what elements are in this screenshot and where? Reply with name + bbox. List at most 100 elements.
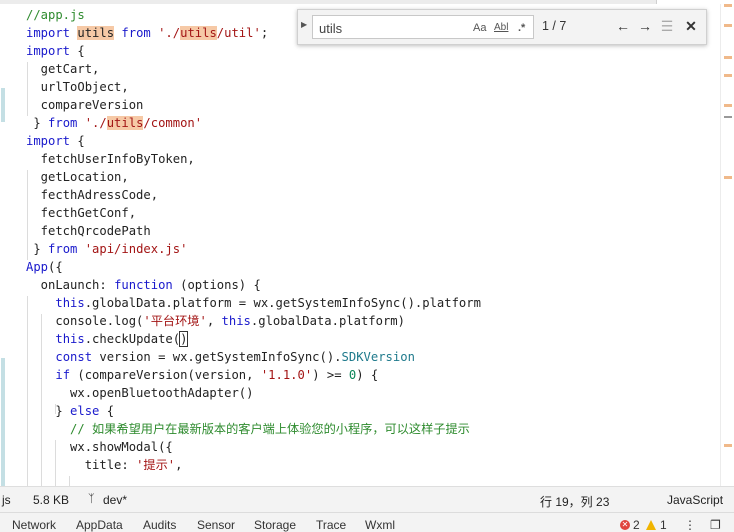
- code-token: }: [26, 116, 49, 130]
- code-token: {: [70, 44, 85, 58]
- ruler-match-mark: [724, 176, 732, 179]
- code-token: from: [48, 116, 85, 130]
- code-token: }: [26, 404, 71, 418]
- tab-sensor[interactable]: Sensor: [197, 518, 235, 532]
- code-token: .checkUpdate(: [84, 332, 181, 346]
- code-token: getCart,: [26, 62, 100, 76]
- code-token: ,: [206, 314, 222, 328]
- code-token: console.log(: [26, 314, 144, 328]
- dock-icon[interactable]: ❐: [710, 518, 721, 532]
- code-editor[interactable]: //app.js import utils from './utils/util'…: [0, 4, 734, 486]
- ruler-match-mark: [724, 4, 732, 7]
- find-in-selection-icon[interactable]: ☰: [658, 17, 676, 35]
- code-token: from: [48, 242, 85, 256]
- tab-wxml[interactable]: Wxml: [365, 518, 395, 532]
- code-token: (compareVersion(version,: [70, 368, 261, 382]
- code-line[interactable]: } else {: [26, 402, 114, 420]
- language-mode[interactable]: JavaScript: [667, 493, 723, 507]
- tab-audits[interactable]: Audits: [143, 518, 176, 532]
- code-line[interactable]: console.log('平台环境', this.globalData.plat…: [26, 312, 405, 330]
- code-token: getLocation,: [26, 170, 129, 184]
- cursor-position[interactable]: 行 19，列 23: [540, 493, 609, 510]
- error-icon[interactable]: ✕: [620, 517, 630, 531]
- ruler-match-mark: [724, 56, 732, 59]
- code-line[interactable]: getCart,: [26, 60, 100, 78]
- code-line[interactable]: const version = wx.getSystemInfoSync().S…: [26, 348, 415, 366]
- code-token: ({: [48, 260, 63, 274]
- match-case-icon[interactable]: Aa: [473, 20, 486, 36]
- code-line[interactable]: } from 'api/index.js': [26, 240, 187, 258]
- code-line[interactable]: title: '提示',: [26, 456, 183, 474]
- match-whole-word-icon[interactable]: Abl: [494, 20, 508, 36]
- code-line[interactable]: // 如果希望用户在最新版本的客户端上体验您的小程序，可以这样子提示: [26, 420, 470, 438]
- ruler-match-mark: [724, 74, 732, 77]
- tab-storage[interactable]: Storage: [254, 518, 296, 532]
- code-token: import: [26, 44, 71, 58]
- code-token: import: [26, 134, 71, 148]
- code-token: wx.showModal({: [26, 440, 173, 454]
- code-token: this: [55, 296, 85, 310]
- code-token: ) {: [356, 368, 379, 382]
- code-line[interactable]: onLaunch: function (options) {: [26, 276, 261, 294]
- next-match-icon[interactable]: →: [636, 17, 654, 35]
- code-token: fecthAdressCode,: [26, 188, 159, 202]
- code-token: //app.js: [26, 8, 85, 22]
- code-token: './: [158, 26, 181, 40]
- overview-ruler[interactable]: [720, 4, 734, 486]
- toggle-replace-icon[interactable]: ▶: [301, 20, 307, 29]
- code-line[interactable]: fetchUserInfoByToken,: [26, 150, 195, 168]
- tab-appdata[interactable]: AppData: [76, 518, 123, 532]
- code-line[interactable]: this.globalData.platform = wx.getSystemI…: [26, 294, 481, 312]
- code-token: import: [26, 26, 78, 40]
- code-line[interactable]: wx.showModal({: [26, 438, 173, 456]
- code-token: App: [26, 260, 49, 274]
- code-token: fecthGetConf,: [26, 206, 137, 220]
- tab-trace[interactable]: Trace: [316, 518, 346, 532]
- code-line[interactable]: App({: [26, 258, 63, 276]
- previous-match-icon[interactable]: ←: [614, 17, 632, 35]
- code-token: title:: [26, 458, 137, 472]
- code-line[interactable]: import {: [26, 132, 85, 150]
- code-line[interactable]: import {: [26, 42, 85, 60]
- code-token: /common': [143, 116, 203, 130]
- code-line[interactable]: getLocation,: [26, 168, 129, 186]
- code-token: ;: [260, 26, 269, 40]
- code-line[interactable]: fecthAdressCode,: [26, 186, 158, 204]
- more-icon[interactable]: ⋮: [684, 518, 696, 532]
- ruler-match-mark: [724, 24, 732, 27]
- code-line[interactable]: } from './utils/common': [26, 114, 202, 132]
- code-line[interactable]: compareVersion: [26, 96, 144, 114]
- code-token: fetchQrcodePath: [26, 224, 151, 238]
- ruler-cursor-mark: [724, 116, 732, 118]
- code-line[interactable]: import utils from './utils/util';: [26, 24, 268, 42]
- tab-network[interactable]: Network: [12, 518, 56, 532]
- code-line[interactable]: urlToObject,: [26, 78, 129, 96]
- close-icon[interactable]: ✕: [682, 17, 700, 35]
- code-token: compareVersion: [26, 98, 144, 112]
- code-line[interactable]: fetchQrcodePath: [26, 222, 151, 240]
- code-token: ) >=: [312, 368, 349, 382]
- code-line[interactable]: wx.openBluetoothAdapter(): [26, 384, 253, 402]
- code-token: ): [179, 331, 189, 347]
- warning-icon[interactable]: [646, 517, 656, 531]
- warning-count[interactable]: 1: [660, 518, 667, 532]
- code-token: const: [55, 350, 93, 364]
- code-token: '1.1.0': [260, 368, 313, 382]
- error-count[interactable]: 2: [633, 518, 640, 532]
- code-line[interactable]: fecthGetConf,: [26, 204, 136, 222]
- code-line[interactable]: //app.js: [26, 6, 85, 24]
- code-line[interactable]: if (compareVersion(version, '1.1.0') >= …: [26, 366, 378, 384]
- git-branch[interactable]: dev*: [103, 493, 127, 507]
- find-input[interactable]: [319, 19, 469, 37]
- indent-guide: [69, 476, 70, 486]
- code-token: .globalData.platform): [250, 314, 405, 328]
- ruler-match-mark: [724, 444, 732, 447]
- code-line[interactable]: this.checkUpdate(): [26, 330, 189, 348]
- search-match: utils: [77, 26, 115, 40]
- use-regex-icon[interactable]: .*: [518, 20, 525, 36]
- find-input-box: Aa Abl .*: [312, 15, 534, 39]
- code-token: .globalData.platform = wx.getSystemInfoS…: [84, 296, 481, 310]
- code-token: '平台环境': [143, 314, 207, 328]
